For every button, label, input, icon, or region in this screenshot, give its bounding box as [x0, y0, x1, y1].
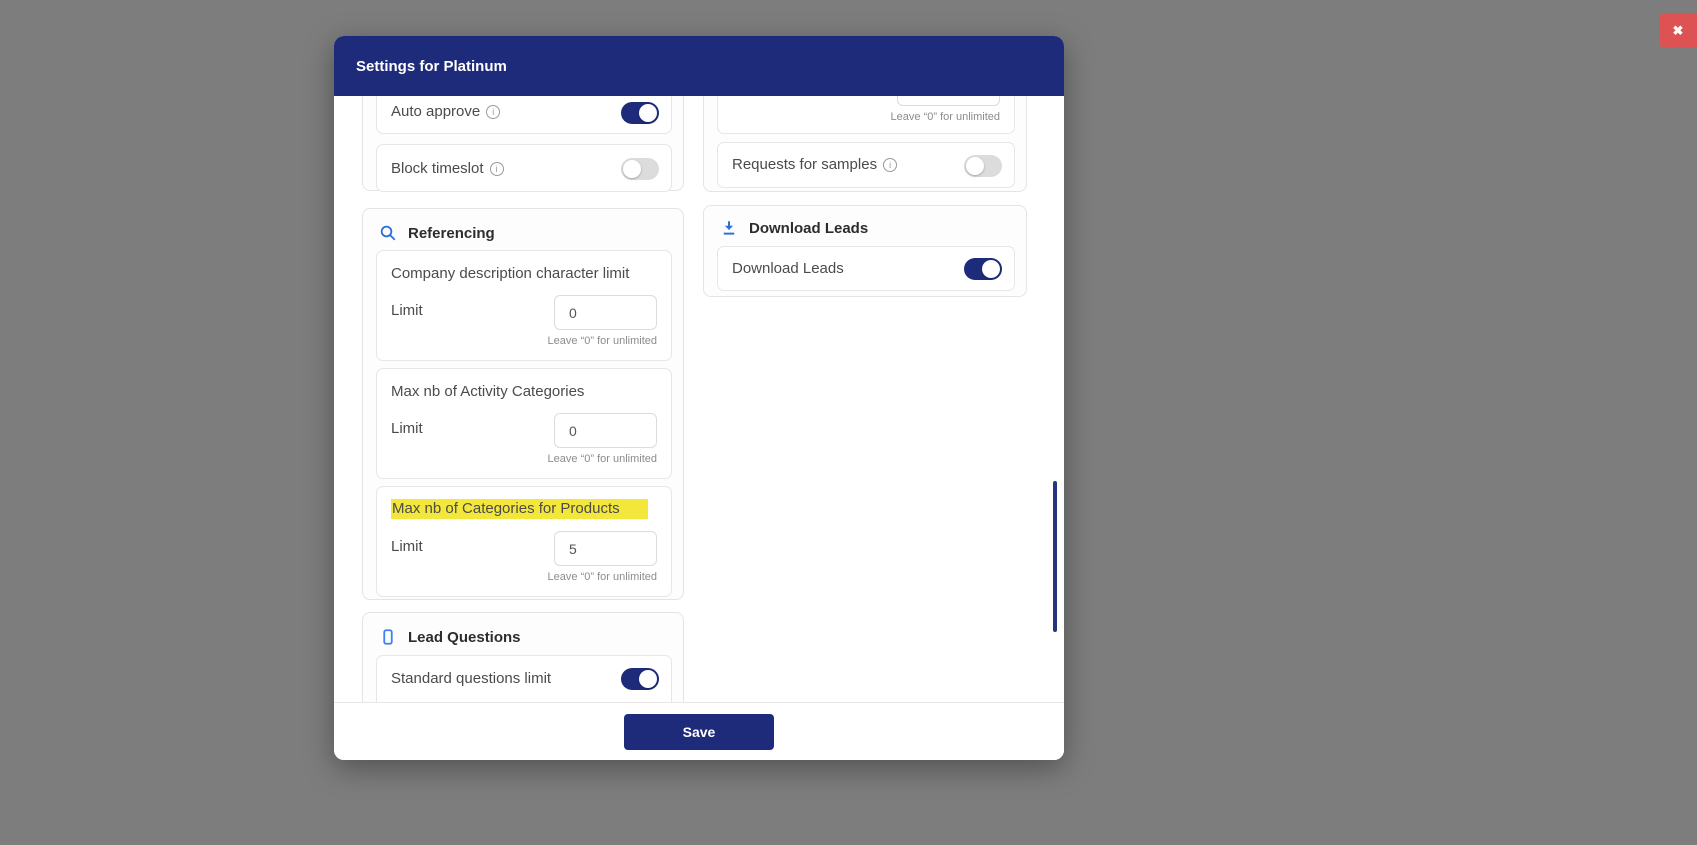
- modal-body: Auto approve i Block timeslot i Referenc…: [334, 96, 1064, 702]
- modal-header: Settings for Platinum: [334, 36, 1064, 96]
- download-leads-card: Download Leads: [717, 246, 1015, 291]
- block-timeslot-label: Block timeslot: [391, 160, 484, 177]
- standard-questions-toggle[interactable]: [621, 668, 659, 690]
- close-icon: ✖: [1672, 22, 1684, 38]
- modal-title: Settings for Platinum: [356, 57, 507, 75]
- toggle-knob: [982, 260, 1000, 278]
- auto-approve-toggle[interactable]: [621, 102, 659, 124]
- info-icon[interactable]: i: [486, 104, 501, 119]
- group-right-top: Leave “0” for unlimited Requests for sam…: [703, 96, 1027, 192]
- card-title-highlighted: Max nb of Categories for Products: [391, 499, 648, 519]
- info-icon[interactable]: i: [883, 157, 898, 172]
- product-categories-limit-card: Max nb of Categories for Products Limit …: [376, 486, 672, 597]
- helper-text: Leave “0” for unlimited: [547, 571, 657, 583]
- toggle-knob: [966, 157, 984, 175]
- group-lead-questions: Lead Questions Standard questions limit: [362, 612, 684, 702]
- card-title: Max nb of Activity Categories: [391, 383, 585, 400]
- partial-limit-card: Leave “0” for unlimited: [717, 96, 1015, 134]
- toggle-knob: [639, 670, 657, 688]
- helper-text: Leave “0” for unlimited: [547, 453, 657, 465]
- helper-text: Leave “0” for unlimited: [547, 335, 657, 347]
- limit-label: Limit: [391, 302, 423, 319]
- limit-label: Limit: [391, 420, 423, 437]
- group-download-leads: Download Leads Download Leads: [703, 205, 1027, 297]
- download-leads-toggle[interactable]: [964, 258, 1002, 280]
- modal-scrollbar-thumb[interactable]: [1053, 481, 1057, 632]
- lead-questions-title: Lead Questions: [408, 628, 521, 646]
- requests-for-samples-toggle[interactable]: [964, 155, 1002, 177]
- group-general-toggles: Auto approve i Block timeslot i: [362, 96, 684, 192]
- download-leads-label: Download Leads: [732, 260, 844, 277]
- auto-approve-label: Auto approve: [391, 103, 481, 120]
- toggle-knob: [639, 104, 657, 122]
- settings-modal: Settings for Platinum Auto approve i Blo…: [334, 36, 1064, 760]
- block-timeslot-card: Block timeslot i: [376, 144, 672, 192]
- modal-footer: Save: [334, 702, 1064, 760]
- limit-input[interactable]: [554, 413, 657, 448]
- activity-categories-limit-card: Max nb of Activity Categories Limit Leav…: [376, 368, 672, 479]
- referencing-title: Referencing: [408, 224, 495, 242]
- save-button[interactable]: Save: [624, 713, 774, 750]
- info-icon[interactable]: i: [489, 161, 504, 176]
- limit-input[interactable]: [554, 295, 657, 330]
- download-leads-title: Download Leads: [749, 219, 869, 237]
- download-icon: [723, 221, 735, 235]
- limit-input[interactable]: [554, 531, 657, 566]
- auto-approve-card: Auto approve i: [376, 96, 672, 134]
- close-button[interactable]: ✖: [1660, 13, 1697, 48]
- card-title: Company description character limit: [391, 265, 630, 282]
- search-icon: [380, 225, 396, 241]
- toggle-knob: [623, 160, 641, 178]
- limit-input[interactable]: [897, 96, 1000, 106]
- helper-text: Leave “0” for unlimited: [890, 111, 1000, 123]
- limit-label: Limit: [391, 538, 423, 555]
- company-description-limit-card: Company description character limit Limi…: [376, 250, 672, 361]
- phone-icon: [383, 629, 393, 645]
- requests-for-samples-card: Requests for samples i: [717, 142, 1015, 188]
- group-referencing: Referencing Company description characte…: [362, 208, 684, 600]
- standard-questions-card: Standard questions limit: [376, 655, 672, 702]
- requests-for-samples-label: Requests for samples: [732, 156, 878, 173]
- standard-questions-label: Standard questions limit: [391, 670, 552, 687]
- block-timeslot-toggle[interactable]: [621, 158, 659, 180]
